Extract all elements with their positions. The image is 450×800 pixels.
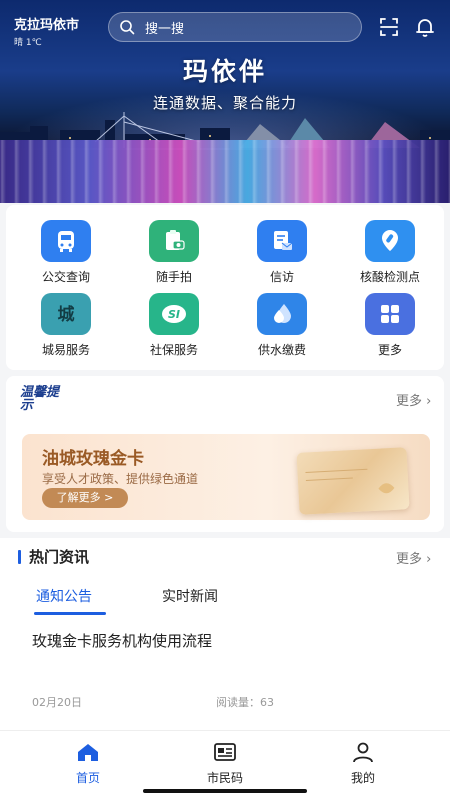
services-grid: 公交查询 随手拍 信访 核酸检测点 城 城易服务 SI 社保服务 供水缴费 更多 [6,205,444,370]
tab-live-news[interactable]: 实时新闻 [162,586,218,606]
location-weather[interactable]: 克拉玛依市 晴 1℃ [14,14,79,48]
promo-description: 享受人才政策、提供绿色通道 [42,472,199,486]
service-label: 信访 [269,270,294,284]
service-label: 公交查询 [41,270,90,284]
social-security-icon: SI [149,293,199,335]
nav-mine[interactable]: 我的 [323,741,403,786]
bell-icon[interactable] [414,16,436,38]
home-icon [78,744,98,761]
service-label: 核酸检测点 [359,270,420,284]
test-tube-location-icon [365,220,415,262]
article-date: 02月20日 [32,696,82,709]
id-card-icon [214,743,236,761]
service-label: 城易服务 [41,343,90,357]
banner-subtitle: 连通数据、聚合能力 [152,94,297,112]
more-label: 更多 [396,394,423,409]
service-social-security[interactable]: SI 社保服务 [124,293,224,358]
weather-text: 晴 1℃ [14,38,42,48]
search-bar[interactable]: 搜一搜 [108,12,362,42]
section-accent-bar [18,549,21,564]
nav-label: 市民码 [206,771,243,785]
service-city-easy[interactable]: 城 城易服务 [16,293,116,358]
nav-home[interactable]: 首页 [48,741,128,786]
bus-icon [41,220,91,262]
home-indicator-bar [143,789,307,793]
reflection-streaks [0,140,450,203]
service-petition[interactable]: 信访 [232,220,332,285]
letter-icon [257,220,307,262]
service-more[interactable]: 更多 [340,293,440,358]
chevron-right-icon: › [422,552,432,567]
city-name: 克拉玛依市 [14,18,80,33]
promo-title: 油城玫瑰金卡 [42,449,144,469]
chevron-right-icon: › [422,394,432,409]
more-label: 更多 [396,552,423,567]
article-read-count: 阅读量：63 [216,696,274,709]
service-label: 供水缴费 [257,343,306,357]
active-tab-indicator [34,612,106,615]
user-icon [353,742,373,763]
service-snapshot[interactable]: 随手拍 [124,220,224,285]
search-placeholder: 搜一搜 [145,21,185,37]
scan-icon[interactable] [378,16,400,38]
banner-title: 玛依伴 [182,57,267,86]
service-label: 社保服务 [149,343,198,357]
gold-card-image [296,447,410,515]
tips-section: 温馨提示 更多 › 油城玫瑰金卡 享受人才政策、提供绿色通道 了解更多 > [6,376,444,532]
nav-citizen-code[interactable]: 市民码 [185,741,265,786]
tab-notices[interactable]: 通知公告 [36,586,92,606]
tips-more-link[interactable]: 更多 › [396,390,431,409]
camera-clipboard-icon [149,220,199,262]
grid-more-icon [365,293,415,335]
learn-more-button[interactable]: 了解更多 > [42,488,128,508]
service-label: 更多 [377,343,402,357]
nav-label: 首页 [75,771,100,785]
news-section: 热门资讯 更多 › 通知公告 实时新闻 玫瑰金卡服务机构使用流程 02月20日 … [0,538,450,730]
article-title[interactable]: 玫瑰金卡服务机构使用流程 [32,630,212,651]
service-nucleic-test[interactable]: 核酸检测点 [340,220,440,285]
svg-text:SI: SI [168,308,180,321]
service-bus-query[interactable]: 公交查询 [16,220,116,285]
service-label: 随手拍 [155,270,192,284]
search-icon [120,20,135,35]
tips-title: 温馨提示 [20,385,60,413]
news-more-link[interactable]: 更多 › [396,548,431,567]
water-drop-icon [257,293,307,335]
promo-card[interactable]: 油城玫瑰金卡 享受人才政策、提供绿色通道 了解更多 > [22,434,430,520]
svg-text:城: 城 [58,305,75,325]
news-title: 热门资讯 [29,548,90,566]
nav-label: 我的 [350,771,375,785]
service-water-payment[interactable]: 供水缴费 [232,293,332,358]
city-service-icon: 城 [41,293,91,335]
hero-banner: 克拉玛依市 晴 1℃ 搜一搜 玛依伴 连通数据、聚合能力 [0,0,450,203]
news-header: 热门资讯 [18,546,89,567]
